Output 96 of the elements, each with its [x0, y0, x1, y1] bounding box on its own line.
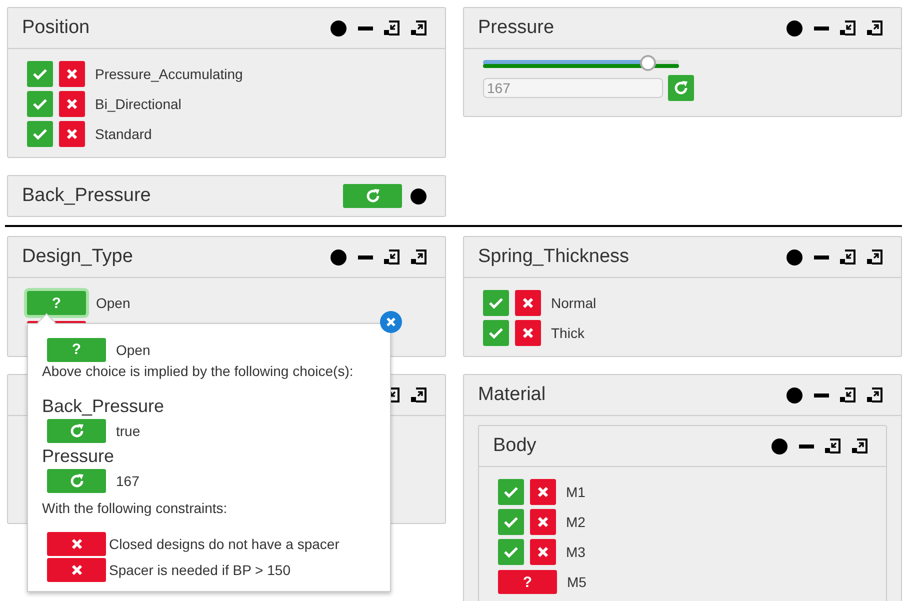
option-label: M3 [566, 544, 586, 560]
pressure-slider[interactable] [483, 55, 679, 72]
refresh-icon [673, 80, 689, 96]
panel-title: Design_Type [22, 246, 134, 268]
panel-title: Pressure [478, 17, 556, 39]
refresh-button[interactable] [47, 468, 106, 492]
constraints-heading: With the following constraints: [42, 500, 228, 516]
accept-button[interactable] [498, 509, 524, 535]
explanation-text: Above choice is implied by the following choice(s): [42, 363, 354, 379]
option-label: M2 [566, 514, 586, 530]
accept-button[interactable] [27, 61, 53, 87]
reject-button[interactable] [59, 121, 85, 147]
undecided-button[interactable]: ? [47, 338, 106, 362]
reject-button[interactable] [47, 558, 106, 582]
close-icon [386, 317, 396, 327]
option-label: M1 [566, 484, 586, 500]
close-icon [70, 564, 82, 576]
collapse-icon[interactable] [840, 387, 856, 403]
panel-title: Position [22, 17, 91, 39]
option-label: Open [96, 295, 130, 311]
check-icon [32, 68, 48, 80]
reject-button[interactable] [530, 539, 556, 565]
option-label: Thick [551, 325, 584, 341]
reject-button[interactable] [47, 532, 106, 556]
expand-icon[interactable] [411, 20, 427, 36]
option-label: Normal [551, 295, 596, 311]
accept-button[interactable] [27, 91, 53, 117]
expand-icon[interactable] [867, 387, 883, 403]
close-icon [66, 98, 78, 110]
collapse-icon[interactable] [384, 20, 400, 36]
reject-button[interactable] [530, 509, 556, 535]
refresh-button[interactable] [668, 75, 694, 101]
collapse-icon[interactable] [825, 438, 841, 454]
close-icon [537, 546, 549, 558]
expand-icon[interactable] [867, 249, 883, 265]
refresh-icon [68, 472, 84, 488]
check-icon [503, 546, 519, 558]
status-dot-icon [771, 438, 788, 454]
expand-icon[interactable] [852, 438, 868, 454]
reject-button[interactable] [59, 61, 85, 87]
undecided-button[interactable]: ? [498, 570, 557, 594]
check-icon [503, 486, 519, 498]
status-dot-icon [786, 386, 803, 404]
check-icon [488, 297, 504, 309]
cause-value: 167 [116, 472, 140, 488]
accept-button[interactable] [498, 479, 524, 505]
choice-label: Open [116, 342, 150, 358]
status-dot-icon [786, 248, 803, 266]
option-label: Pressure_Accumulating [95, 66, 243, 82]
close-icon [70, 538, 82, 550]
cause-value: true [116, 422, 140, 438]
collapse-icon[interactable] [840, 249, 856, 265]
reject-button[interactable] [530, 479, 556, 505]
expand-icon[interactable] [411, 387, 427, 403]
accept-button[interactable] [483, 290, 509, 316]
collapse-icon[interactable] [840, 20, 856, 36]
close-icon [537, 516, 549, 528]
close-icon [522, 327, 534, 339]
status-dot-icon [330, 248, 347, 266]
panel-title: Back_Pressure [22, 185, 152, 207]
collapse-icon[interactable] [384, 249, 400, 265]
accept-button[interactable] [498, 539, 524, 565]
accept-button[interactable] [27, 121, 53, 147]
close-icon [522, 297, 534, 309]
close-icon [537, 486, 549, 498]
value-field[interactable]: 167 [483, 78, 663, 98]
constraint-text: Spacer is needed if BP > 150 [109, 562, 290, 578]
option-label: Standard [95, 126, 152, 142]
panel-title: Spring_Thickness [478, 246, 630, 268]
option-label: Bi_Directional [95, 96, 182, 112]
option-label: M5 [567, 574, 586, 590]
reject-button[interactable] [59, 91, 85, 117]
refresh-icon [364, 188, 380, 204]
panel-title: Body [493, 435, 538, 457]
refresh-button[interactable] [343, 184, 402, 208]
panel-title: Material [478, 384, 547, 406]
check-icon [488, 327, 504, 339]
expand-icon[interactable] [411, 249, 427, 265]
cause-name: Back_Pressure [42, 396, 166, 417]
check-icon [503, 516, 519, 528]
constraint-text: Closed designs do not have a spacer [109, 536, 340, 552]
expand-icon[interactable] [867, 20, 883, 36]
refresh-button[interactable] [47, 418, 106, 442]
undecided-button[interactable]: ? [27, 291, 86, 315]
close-icon [66, 128, 78, 140]
status-dot-icon [410, 188, 427, 204]
accept-button[interactable] [483, 320, 509, 346]
status-dot-icon [786, 20, 803, 36]
close-icon [66, 68, 78, 80]
check-icon [32, 128, 48, 140]
reject-button[interactable] [515, 320, 541, 346]
check-icon [32, 98, 48, 110]
cause-name: Pressure [42, 446, 116, 467]
refresh-icon [68, 422, 84, 438]
status-dot-icon [330, 20, 347, 36]
reject-button[interactable] [515, 290, 541, 316]
